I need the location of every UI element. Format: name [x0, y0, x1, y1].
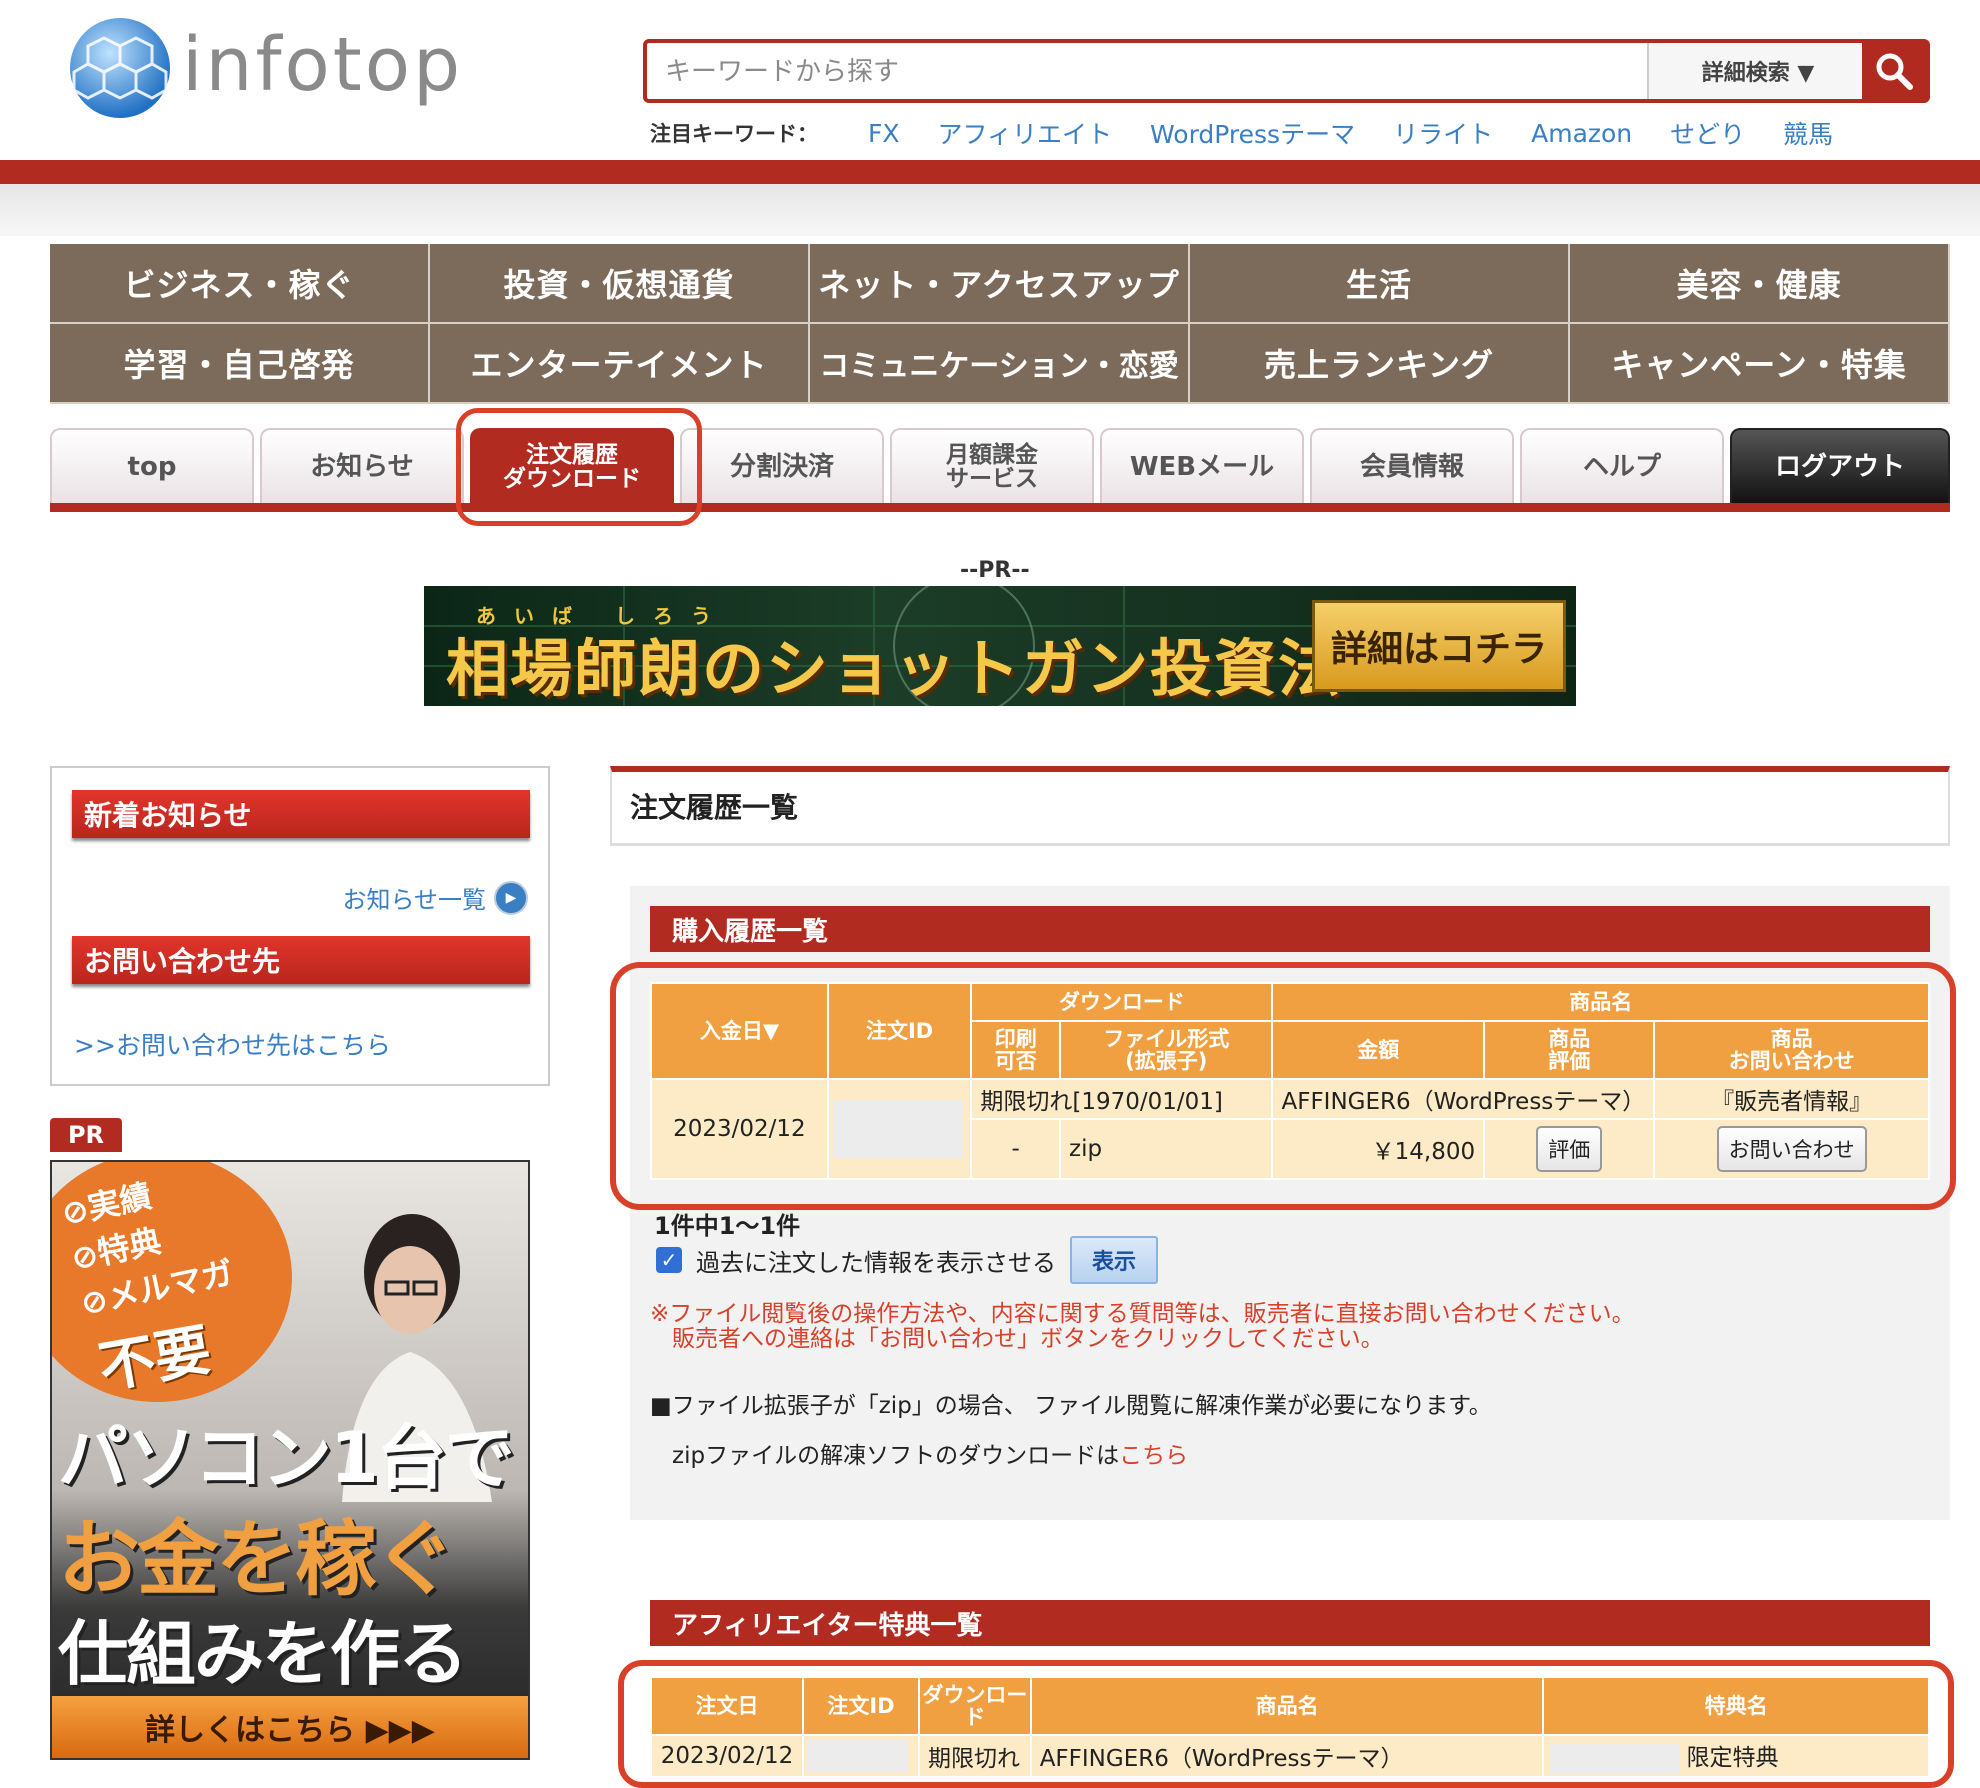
sidebar-ad-banner[interactable]: ⊘実績 ⊘特典 ⊘メルマガ 不要 パソコン1台で お金を稼ぐ 仕組みを作る 詳し…: [50, 1160, 530, 1760]
affiliate-bonus-heading: アフィリエイター特典一覧: [650, 1600, 1930, 1646]
past-orders-row: ✓ 過去に注文した情報を表示させる 表示: [656, 1236, 1159, 1284]
keyword-row: 注目キーワード： FX アフィリエイト WordPressテーマ リライト Am…: [650, 115, 1871, 151]
contact-heading: お問い合わせ先: [72, 936, 530, 984]
annotation-highlight-purchase: [610, 962, 1956, 1210]
keyword-link-amazon[interactable]: Amazon: [1531, 119, 1632, 148]
pr-banner-detail-button[interactable]: 詳細はコチラ: [1312, 600, 1566, 692]
category-business[interactable]: ビジネス・稼ぐ: [50, 244, 430, 324]
ad-cta-button[interactable]: 詳しくはこちら ▶▶▶: [52, 1696, 528, 1758]
header-red-bar: [0, 160, 1980, 184]
annotation-highlight-affiliate: [618, 1660, 1954, 1788]
ad-headline-1: パソコン1台で: [58, 1417, 515, 1499]
tab-underline: [50, 503, 1950, 512]
category-life[interactable]: 生活: [1190, 244, 1570, 324]
header-gray-bar: [0, 184, 1980, 236]
purchase-history-heading: 購入履歴一覧: [650, 906, 1930, 952]
tab-news[interactable]: お知らせ: [260, 428, 464, 504]
category-entertainment[interactable]: エンターテイメント: [430, 324, 810, 404]
category-beauty[interactable]: 美容・健康: [1570, 244, 1950, 324]
keyword-link-rewrite[interactable]: リライト: [1393, 115, 1493, 151]
category-communication[interactable]: コミュニケーション・恋愛: [810, 324, 1190, 404]
past-orders-checkbox[interactable]: ✓: [656, 1247, 682, 1273]
keyword-link-wordpress[interactable]: WordPressテーマ: [1150, 115, 1355, 151]
search-icon: [1876, 53, 1913, 90]
notice-contact-seller: ※ファイル閲覧後の操作方法や、内容に関する質問等は、販売者に直接お問い合わせくだ…: [650, 1302, 1635, 1352]
news-list-link-label: お知らせ一覧: [342, 886, 486, 914]
past-orders-label: 過去に注文した情報を表示させる: [696, 1248, 1056, 1277]
sidebar-pr-tag: PR: [50, 1118, 122, 1152]
tab-logout[interactable]: ログアウト: [1730, 428, 1950, 504]
page-title: 注文履歴一覧: [630, 791, 799, 824]
notice-zip-download-text: zipファイルの解凍ソフトのダウンロードは: [672, 1443, 1120, 1469]
pr-banner-title: 相場師朗のショットガン投資法: [446, 632, 1343, 705]
category-learning[interactable]: 学習・自己啓発: [50, 324, 430, 404]
sidebar-info-box: 新着お知らせ お知らせ一覧 ▶ お問い合わせ先 >>お問い合わせ先はこちら: [50, 766, 550, 1086]
tab-monthly-service[interactable]: 月額課金 サービス: [890, 428, 1094, 504]
notice-line-2: 販売者への連絡は「お問い合わせ」ボタンをクリックしてください。: [672, 1326, 1384, 1352]
category-nav: ビジネス・稼ぐ 投資・仮想通貨 ネット・アクセスアップ 生活 美容・健康 学習・…: [50, 244, 1950, 404]
search-input[interactable]: [657, 43, 1667, 101]
category-investment[interactable]: 投資・仮想通貨: [430, 244, 810, 324]
keyword-link-keiba[interactable]: 競馬: [1783, 115, 1833, 151]
detail-search-dropdown[interactable]: 詳細検索 ▼: [1647, 43, 1867, 99]
news-heading: 新着お知らせ: [72, 790, 530, 838]
keyword-link-sedori[interactable]: せどり: [1670, 115, 1745, 151]
infotop-logo[interactable]: infotop: [68, 16, 460, 126]
category-net-access[interactable]: ネット・アクセスアップ: [810, 244, 1190, 324]
notice-line-1: ※ファイル閲覧後の操作方法や、内容に関する質問等は、販売者に直接お問い合わせくだ…: [650, 1301, 1635, 1327]
category-campaign[interactable]: キャンペーン・特集: [1570, 324, 1950, 404]
tab-webmail[interactable]: WEBメール: [1100, 428, 1304, 504]
page-title-box: 注文履歴一覧: [610, 766, 1950, 846]
tab-split-payment[interactable]: 分割決済: [680, 428, 884, 504]
unzip-software-link[interactable]: こちら: [1119, 1443, 1188, 1469]
keyword-link-fx[interactable]: FX: [868, 119, 900, 148]
notice-zip-download: zipファイルの解凍ソフトのダウンロードはこちら: [672, 1436, 1188, 1470]
search-button[interactable]: [1862, 43, 1926, 99]
pr-banner[interactable]: あいば しろう 相場師朗のショットガン投資法 詳細はコチラ: [424, 586, 1576, 706]
ad-headline-2: お金を稼ぐ: [58, 1512, 456, 1607]
category-ranking[interactable]: 売上ランキング: [1190, 324, 1570, 404]
notice-zip: ■ファイル拡張子が「zip」の場合、 ファイル閲覧に解凍作業が必要になります。: [650, 1393, 1492, 1419]
show-button[interactable]: 表示: [1070, 1236, 1159, 1284]
keyword-link-affiliate[interactable]: アフィリエイト: [938, 115, 1113, 151]
search-bar: 詳細検索 ▼: [643, 39, 1930, 103]
news-list-link[interactable]: お知らせ一覧 ▶: [342, 880, 528, 915]
keywords-label: 注目キーワード：: [650, 122, 818, 146]
globe-icon: [70, 18, 170, 118]
annotation-highlight-tab: [456, 408, 702, 526]
ad-headline-3: 仕組みを作る: [58, 1613, 468, 1695]
member-tabs: top お知らせ 注文履歴 ダウンロード 分割決済 月額課金 サービス WEBメ…: [50, 428, 1950, 504]
contact-link[interactable]: >>お問い合わせ先はこちら: [74, 1026, 391, 1062]
tab-member-info[interactable]: 会員情報: [1310, 428, 1514, 504]
pr-label: --PR--: [960, 558, 1030, 583]
tab-top[interactable]: top: [50, 428, 254, 504]
tab-help[interactable]: ヘルプ: [1520, 428, 1724, 504]
circle-arrow-icon: ▶: [494, 880, 528, 915]
logo-text: infotop: [182, 22, 464, 108]
